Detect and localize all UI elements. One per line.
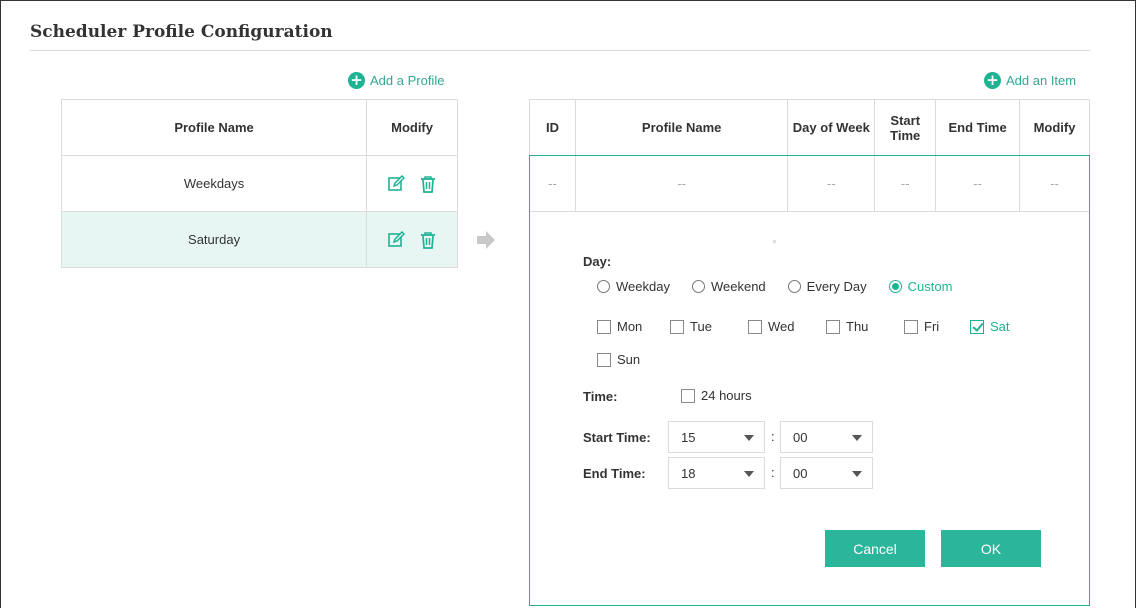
modify-cell — [366, 155, 458, 212]
checkbox-label: Wed — [768, 319, 795, 334]
profile-table: Profile Name Modify Weekdays Saturday — [60, 99, 458, 268]
profile-name-cell: Weekdays — [60, 155, 368, 212]
edit-icon[interactable] — [387, 230, 406, 249]
end-minute-select[interactable]: 00 — [780, 457, 873, 489]
checkbox[interactable] — [748, 319, 762, 334]
select-value: 00 — [793, 465, 808, 481]
checkbox-24-hours[interactable]: 24 hours — [681, 388, 752, 403]
radio-label: Weekday — [616, 279, 670, 294]
day-checkbox-group-2: Sun — [597, 352, 640, 367]
checkbox[interactable] — [597, 352, 611, 367]
day-radio-group: Weekday Weekend Every Day Custom — [597, 279, 952, 294]
start-minute-select[interactable]: 00 — [780, 421, 873, 453]
title-divider — [30, 50, 1090, 51]
cancel-button[interactable]: Cancel — [825, 530, 925, 567]
start-time-header: Start Time — [874, 99, 937, 156]
checkbox[interactable] — [826, 319, 840, 334]
modify-header: Modify — [366, 99, 458, 156]
select-value: 15 — [681, 429, 696, 445]
time-label: Time: — [583, 389, 618, 404]
checkbox-fri[interactable]: Fri — [904, 319, 970, 334]
checkbox-label: Sat — [990, 319, 1010, 334]
profile-name-cell: Saturday — [60, 211, 368, 268]
item-edit-form: Day: Weekday Weekend Every Day Custom Mo… — [529, 155, 1090, 606]
checkbox[interactable] — [904, 319, 918, 334]
chevron-down-icon — [852, 471, 862, 477]
radio-label: Every Day — [806, 279, 867, 294]
checkbox[interactable] — [670, 319, 684, 334]
checkbox-mon[interactable]: Mon — [597, 319, 670, 334]
start-hour-select[interactable]: 15 — [668, 421, 765, 453]
edit-icon[interactable] — [387, 174, 406, 193]
trash-icon[interactable] — [419, 175, 437, 193]
checkbox[interactable] — [681, 388, 695, 403]
time-separator: : — [771, 429, 775, 444]
add-profile-button[interactable]: + Add a Profile — [348, 72, 444, 89]
checkbox-label: 24 hours — [701, 388, 752, 403]
radio-custom[interactable]: Custom — [888, 279, 953, 294]
arrow-right-icon — [477, 231, 495, 249]
item-panel: ID Profile Name Day of Week Start Time E… — [529, 99, 1090, 606]
checkbox[interactable] — [597, 319, 611, 334]
page-title: Scheduler Profile Configuration — [30, 22, 333, 42]
trash-icon[interactable] — [419, 231, 437, 249]
radio-button[interactable] — [691, 280, 705, 293]
hours24-option: 24 hours — [681, 388, 752, 403]
radio-button-selected[interactable] — [888, 280, 902, 293]
chevron-down-icon — [744, 435, 754, 441]
profile-name-header: Profile Name — [574, 99, 789, 156]
day-of-week-header: Day of Week — [787, 99, 876, 156]
plus-circle-icon: + — [984, 72, 1001, 89]
plus-circle-icon: + — [348, 72, 365, 89]
radio-label: Weekend — [710, 279, 766, 294]
day-checkbox-group: Mon Tue Wed Thu Fri Sat — [597, 319, 1010, 334]
modify-cell — [366, 211, 458, 268]
checkbox-sat[interactable]: Sat — [970, 319, 1010, 334]
checkbox-tue[interactable]: Tue — [670, 319, 748, 334]
add-item-button[interactable]: + Add an Item — [984, 72, 1076, 89]
checkbox-label: Fri — [924, 319, 940, 334]
radio-button[interactable] — [787, 280, 801, 293]
modify-header: Modify — [1019, 99, 1090, 156]
start-time-label: Start Time: — [583, 430, 651, 445]
table-row-selected[interactable]: Saturday — [60, 211, 458, 268]
checkbox-label: Thu — [846, 319, 869, 334]
time-separator: : — [771, 465, 775, 480]
add-item-label: Add an Item — [1006, 73, 1077, 88]
table-row[interactable]: Weekdays — [60, 155, 458, 212]
select-value: 18 — [681, 465, 696, 481]
checkbox-checked[interactable] — [970, 319, 984, 334]
checkbox-label: Tue — [690, 319, 712, 334]
chevron-down-icon — [744, 471, 754, 477]
radio-every-day[interactable]: Every Day — [787, 279, 867, 294]
ok-button[interactable]: OK — [941, 530, 1041, 567]
end-hour-select[interactable]: 18 — [668, 457, 765, 489]
radio-weekday[interactable]: Weekday — [597, 279, 670, 294]
checkbox-thu[interactable]: Thu — [826, 319, 904, 334]
checkbox-sun[interactable]: Sun — [597, 352, 640, 367]
checkbox-wed[interactable]: Wed — [748, 319, 826, 334]
radio-weekend[interactable]: Weekend — [691, 279, 766, 294]
end-time-label: End Time: — [583, 466, 646, 481]
checkbox-label: Mon — [617, 319, 643, 334]
checkbox-label: Sun — [617, 352, 641, 367]
radio-label: Custom — [907, 279, 953, 294]
day-label: Day: — [583, 254, 612, 269]
select-value: 00 — [793, 429, 808, 445]
id-header: ID — [529, 99, 576, 156]
end-time-header: End Time — [935, 99, 1021, 156]
chevron-down-icon — [852, 435, 862, 441]
add-profile-label: Add a Profile — [370, 73, 445, 88]
radio-button[interactable] — [597, 280, 610, 293]
profile-name-header: Profile Name — [60, 99, 368, 156]
decorative-dot — [773, 240, 776, 243]
